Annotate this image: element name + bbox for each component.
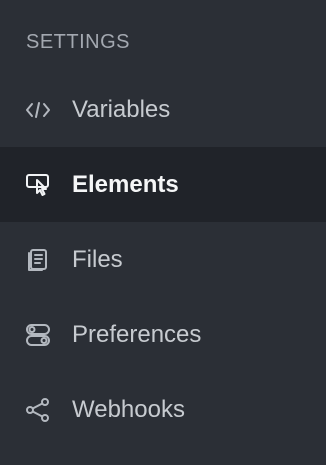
share-icon xyxy=(24,396,52,424)
sidebar-item-variables[interactable]: Variables xyxy=(0,72,326,147)
sidebar-item-preferences[interactable]: Preferences xyxy=(0,297,326,372)
sidebar-item-label: Variables xyxy=(72,95,171,123)
sidebar-item-label: Elements xyxy=(72,170,179,198)
sidebar-item-label: Webhooks xyxy=(72,395,185,423)
sidebar-item-label: Preferences xyxy=(72,320,202,348)
settings-sidebar: SETTINGS Variables Elements Files Prefer… xyxy=(0,0,326,465)
toggle-settings-icon xyxy=(24,321,52,349)
sidebar-item-webhooks[interactable]: Webhooks xyxy=(0,372,326,447)
code-icon xyxy=(24,96,52,124)
settings-section-title: SETTINGS xyxy=(26,31,131,53)
cursor-click-icon xyxy=(24,171,52,199)
sidebar-item-elements[interactable]: Elements xyxy=(0,147,326,222)
file-document-icon xyxy=(24,246,52,274)
settings-nav: Variables Elements Files Preferences Web… xyxy=(0,72,326,447)
sidebar-item-files[interactable]: Files xyxy=(0,222,326,297)
sidebar-item-label: Files xyxy=(72,245,123,273)
